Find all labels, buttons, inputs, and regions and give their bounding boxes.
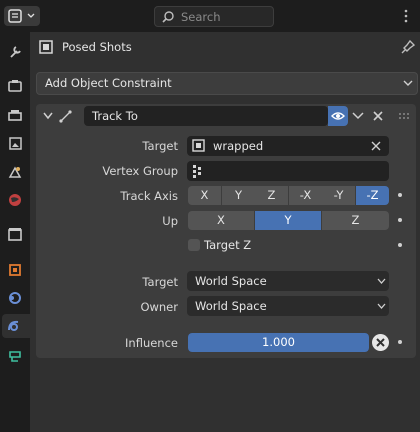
drag-handle-icon[interactable] [398,112,412,120]
camera-back-icon [8,80,22,92]
constraint-name: Track To [92,109,138,123]
target-object-field[interactable]: wrapped [187,136,389,156]
wrench-icon [10,46,21,58]
owner-space-dropdown[interactable]: World Space [187,296,389,316]
vertex-group-label: Vertex Group [102,164,178,178]
track-axis-selector: X Y Z -X -Y -Z [188,186,389,205]
up-axis-option[interactable]: X [188,211,254,230]
track-axis-option[interactable]: Z [255,186,288,205]
up-axis-option[interactable]: Y [255,211,321,230]
collection-box-icon [8,228,22,241]
keyframe-dot-icon[interactable] [398,243,402,247]
tab-modifiers[interactable] [3,286,27,310]
influence-slider[interactable]: 1.000 [188,333,369,352]
tab-object[interactable] [3,258,27,282]
printer-icon [8,110,22,121]
collapse-chevron-icon[interactable] [42,111,54,121]
track-axis-label: Track Axis [120,189,178,203]
chevron-down-icon [403,80,413,86]
target-z-checkbox[interactable] [188,239,200,251]
constraint-options-chevron-icon[interactable] [352,111,364,121]
track-axis-option[interactable]: -Y [322,186,355,205]
x-circle-icon [376,338,385,347]
add-constraint-label: Add Object Constraint [45,76,172,90]
search-placeholder: Search [181,10,221,24]
influence-value: 1.000 [262,335,295,349]
properties-editor-icon [8,9,35,23]
vertex-group-field[interactable] [187,161,389,181]
tab-view-layer[interactable] [3,132,27,156]
object-data-icon [39,40,53,54]
tab-scene[interactable] [3,160,27,184]
tab-constraints[interactable] [2,314,30,338]
tab-world[interactable] [3,188,27,212]
clear-target-icon[interactable] [371,141,381,151]
target-object-value: wrapped [213,139,264,153]
track-axis-option[interactable]: -X [289,186,322,205]
track-axis-option[interactable]: X [188,186,221,205]
modifier-wrench-icon [9,292,21,304]
object-constraint-icon [8,320,19,331]
track-axis-option[interactable]: Y [222,186,255,205]
properties-header: Search [0,0,420,32]
tab-output[interactable] [3,104,27,128]
chevron-down-icon [377,303,386,309]
up-axis-selector: XYZ [188,211,389,230]
world-icon [9,194,21,206]
tab-tool[interactable] [3,40,27,64]
owner-space-value: World Space [195,299,267,313]
target-label: Target [142,139,178,153]
image-layers-icon [9,137,22,150]
disable-keep-transform-button[interactable] [372,334,389,351]
track-axis-option[interactable]: -Z [356,186,389,205]
options-dots-icon[interactable] [398,8,414,24]
target-space-value: World Space [195,274,267,288]
editor-type-button[interactable] [4,6,40,26]
up-axis-label: Up [162,214,178,228]
owner-space-label: Owner [140,300,178,314]
tab-collection[interactable] [3,222,27,246]
bone-data-icon [9,351,21,362]
target-space-dropdown[interactable]: World Space [187,271,389,291]
keyframe-dot-icon[interactable] [398,340,402,344]
eye-icon [331,112,345,120]
add-object-constraint-dropdown[interactable]: Add Object Constraint [36,72,418,95]
context-object-name: Posed Shots [62,40,132,54]
keyframe-dot-icon[interactable] [398,218,402,222]
target-z-label: Target Z [204,238,252,252]
tab-data[interactable] [3,344,27,368]
vertex-group-icon [193,165,201,178]
tab-render[interactable] [3,74,27,98]
keyframe-dot-icon[interactable] [398,193,402,197]
enable-constraint-toggle[interactable] [328,106,348,126]
chevron-down-icon [377,278,386,284]
search-icon [162,11,174,23]
target-space-label: Target [142,275,178,289]
search-field[interactable]: Search [154,6,274,27]
object-square-icon [9,264,21,276]
influence-label: Influence [125,336,178,350]
track-to-constraint-icon [59,110,72,123]
scene-icon [8,166,22,178]
constraint-name-field[interactable]: Track To [84,106,328,126]
close-icon[interactable] [372,110,384,122]
up-axis-option[interactable]: Z [322,211,389,230]
properties-tab-strip [0,32,30,432]
object-icon [192,139,205,152]
pin-icon[interactable] [400,39,416,55]
